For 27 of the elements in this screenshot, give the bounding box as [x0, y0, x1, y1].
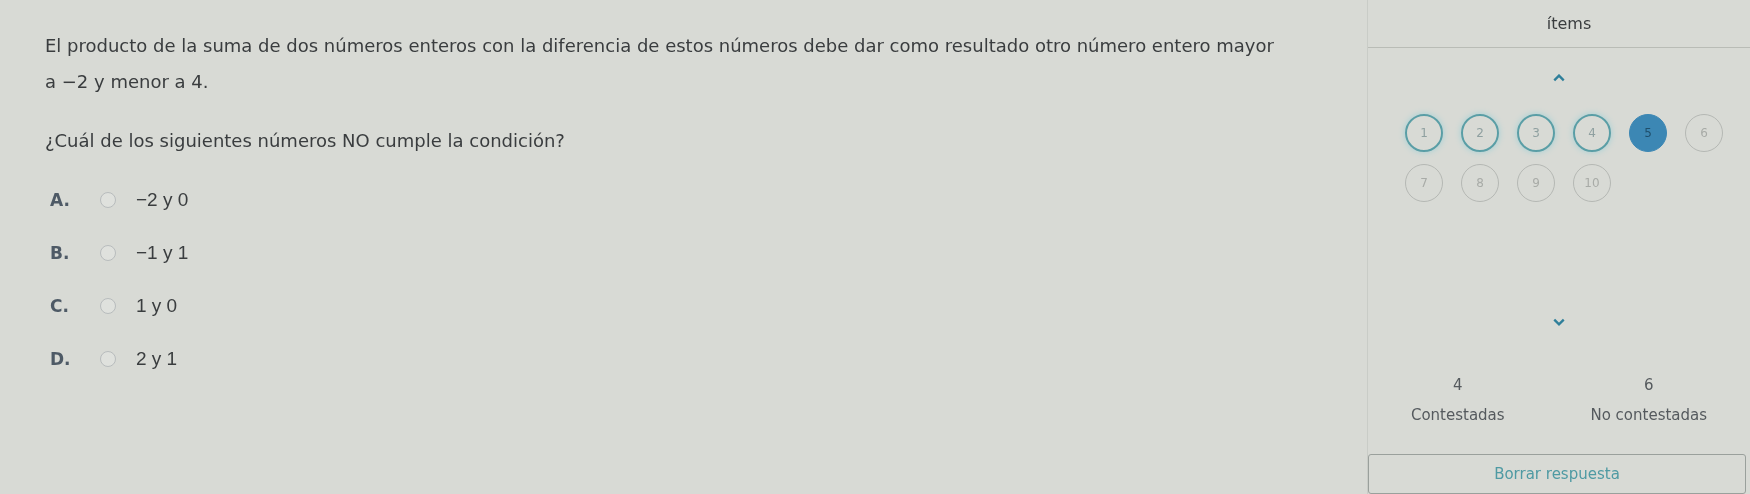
chevron-up-icon[interactable]	[1551, 74, 1567, 82]
item-button[interactable]: 3	[1517, 113, 1555, 152]
clear-answer-button[interactable]: Borrar respuesta	[1368, 453, 1746, 494]
chevron-down-icon[interactable]	[1551, 317, 1567, 326]
option-text: −1 y 1	[136, 242, 189, 264]
answered-label: Contestadas	[1410, 405, 1505, 424]
panel-title: ítems	[1546, 14, 1592, 33]
option-letter: A.	[49, 190, 71, 210]
unanswered-label: No contestadas	[1590, 405, 1708, 424]
item-button[interactable]: 1	[1405, 113, 1443, 152]
option-text: 2 y 1	[136, 348, 178, 370]
radio-button[interactable]	[100, 351, 116, 367]
option-letter: B.	[49, 243, 71, 263]
item-button[interactable]: 2	[1461, 113, 1499, 152]
question-text: El producto de la suma de dos números enteros con la diferencia de estos números debe dar como resultado otro número entero mayor a −2 y menor a 4.	[45, 34, 1275, 94]
option-letter: D.	[49, 349, 72, 369]
option-text: −2 y 0	[136, 189, 189, 211]
radio-button[interactable]	[100, 298, 116, 314]
item-button[interactable]: 5	[1629, 113, 1667, 152]
option-text: 1 y 0	[136, 295, 178, 317]
unanswered-count: 6	[1644, 375, 1654, 394]
radio-button[interactable]	[100, 192, 116, 208]
radio-button[interactable]	[100, 245, 116, 261]
option-letter: C.	[49, 296, 70, 316]
question-prompt: ¿Cuál de los siguientes números NO cumple la condición?	[45, 130, 566, 151]
answered-count: 4	[1453, 375, 1463, 394]
item-button[interactable]: 4	[1573, 113, 1611, 152]
